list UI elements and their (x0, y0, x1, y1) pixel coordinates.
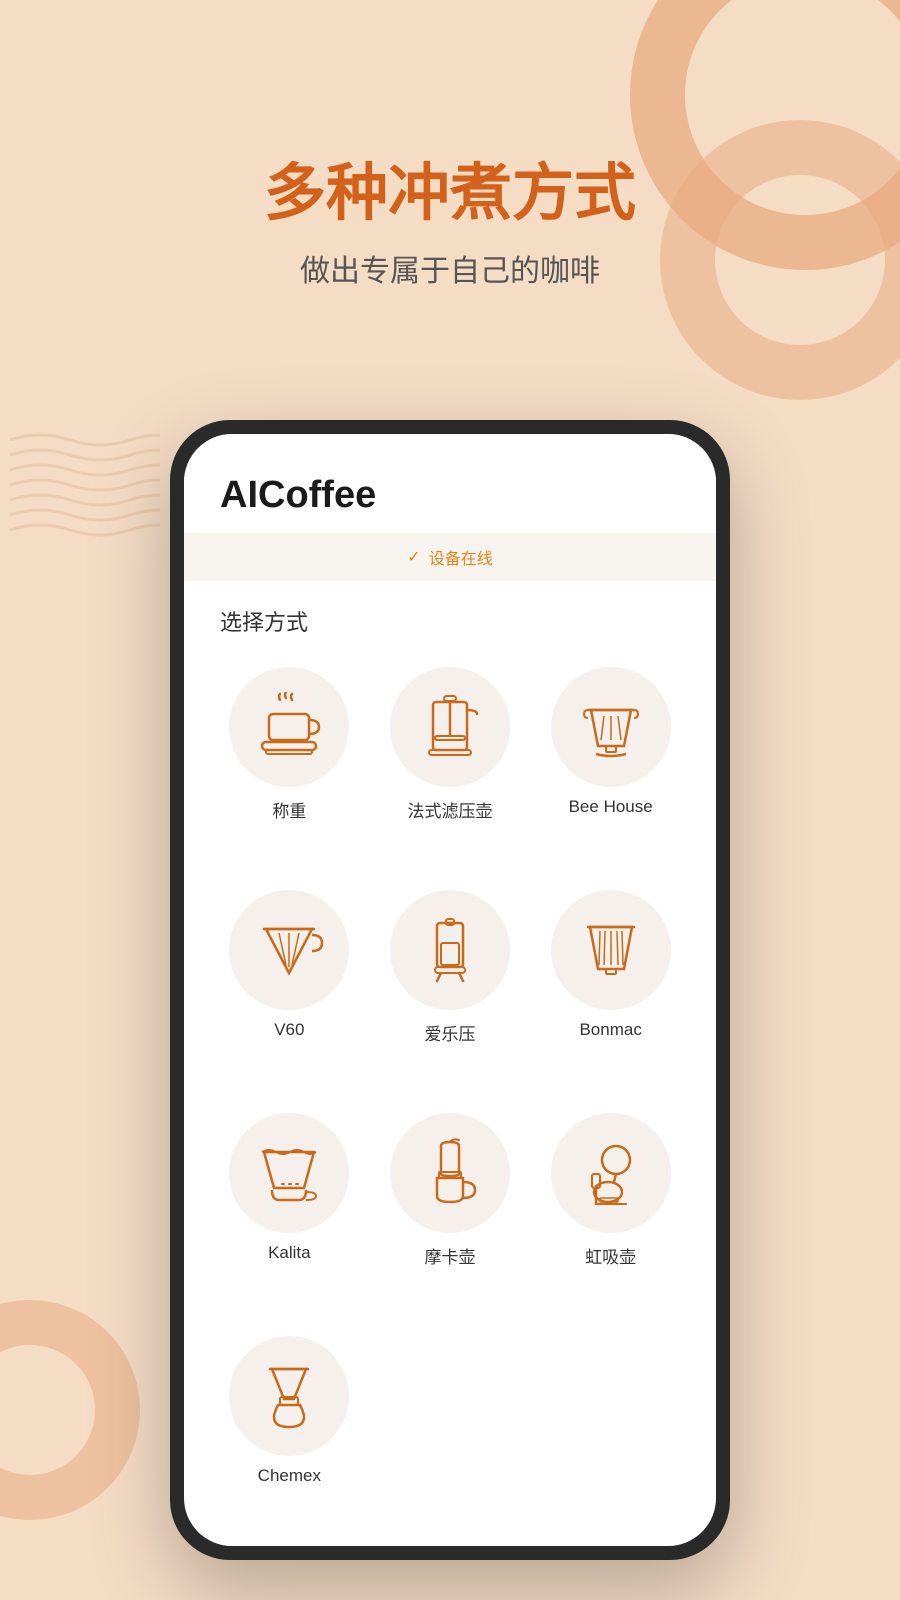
phone-mockup: AICoffee ✓ 设备在线 选择方式 (170, 420, 730, 1560)
method-icon-bonmac (551, 890, 671, 1010)
method-icon-scale (229, 667, 349, 787)
method-syphon[interactable]: 虹吸壶 (533, 1103, 688, 1320)
hero-title: 多种冲煮方式 (0, 160, 900, 228)
method-icon-aeropress (390, 890, 510, 1010)
method-label-moka-pot: 摩卡壶 (424, 1243, 475, 1268)
method-label-aeropress: 爱乐压 (424, 1020, 475, 1045)
hero-section: 多种冲煮方式 做出专属于自己的咖啡 (0, 160, 900, 290)
app-header: AICoffee (184, 434, 716, 533)
phone-frame: AICoffee ✓ 设备在线 选择方式 (170, 420, 730, 1560)
method-label-syphon: 虹吸壶 (585, 1243, 636, 1268)
method-label-scale: 称重 (272, 797, 306, 822)
wavy-decoration (0, 420, 160, 540)
method-scale[interactable]: 称重 (212, 657, 367, 874)
method-chemex[interactable]: Chemex (212, 1326, 367, 1538)
method-moka-pot[interactable]: 摩卡壶 (373, 1103, 528, 1320)
status-bar: ✓ 设备在线 (184, 533, 716, 581)
bg-decoration-circle-bottom-left (0, 1300, 140, 1520)
hero-subtitle: 做出专属于自己的咖啡 (0, 246, 900, 290)
method-icon-french-press (390, 667, 510, 787)
method-kalita[interactable]: Kalita (212, 1103, 367, 1320)
app-title: AICoffee (220, 474, 680, 517)
method-label-french-press: 法式滤压壶 (407, 797, 492, 822)
section-label: 选择方式 (184, 581, 716, 649)
status-text: 设备在线 (429, 545, 493, 569)
phone-screen: AICoffee ✓ 设备在线 选择方式 (184, 434, 716, 1546)
method-icon-bee-house (551, 667, 671, 787)
method-icon-v60 (229, 890, 349, 1010)
method-icon-kalita (229, 1113, 349, 1233)
method-icon-syphon (551, 1113, 671, 1233)
method-label-bonmac: Bonmac (579, 1020, 641, 1040)
method-label-v60: V60 (274, 1020, 304, 1040)
method-v60[interactable]: V60 (212, 880, 367, 1097)
method-icon-moka-pot (390, 1113, 510, 1233)
method-aeropress[interactable]: 爱乐压 (373, 880, 528, 1097)
method-icon-chemex (229, 1336, 349, 1456)
methods-grid: 称重 (184, 649, 716, 1546)
method-label-bee-house: Bee House (569, 797, 653, 817)
method-label-chemex: Chemex (258, 1466, 321, 1486)
method-bonmac[interactable]: Bonmac (533, 880, 688, 1097)
method-bee-house[interactable]: Bee House (533, 657, 688, 874)
method-label-kalita: Kalita (268, 1243, 311, 1263)
status-check-icon: ✓ (407, 547, 420, 567)
method-french-press[interactable]: 法式滤压壶 (373, 657, 528, 874)
